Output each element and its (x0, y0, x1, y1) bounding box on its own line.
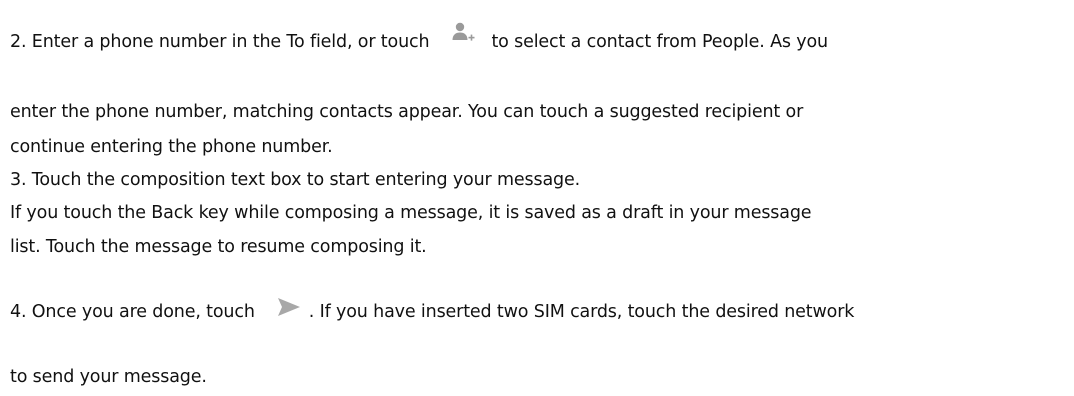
step-2-line-1: 2. Enter a phone number in the To field,… (10, 22, 828, 54)
step-4-line-1: 4. Once you are done, touch . If you hav… (10, 298, 855, 324)
send-icon (277, 296, 301, 318)
step-3-line: 3. Touch the composition text box to sta… (10, 170, 581, 190)
step-2-text-end: to select a contact from People. As you (491, 32, 828, 52)
step-2-line-3: continue entering the phone number. (10, 137, 333, 157)
add-contact-icon (451, 20, 475, 44)
step-2-text-start: 2. Enter a phone number in the To field,… (10, 32, 430, 52)
note-line-1: If you touch the Back key while composin… (10, 203, 812, 223)
note-line-2: list. Touch the message to resume compos… (10, 237, 427, 257)
step-2-line-2: enter the phone number, matching contact… (10, 102, 804, 122)
step-4-text-end: . If you have inserted two SIM cards, to… (308, 302, 855, 322)
step-4-text-start: 4. Once you are done, touch (10, 302, 255, 322)
step-4-line-2: to send your message. (10, 367, 207, 387)
